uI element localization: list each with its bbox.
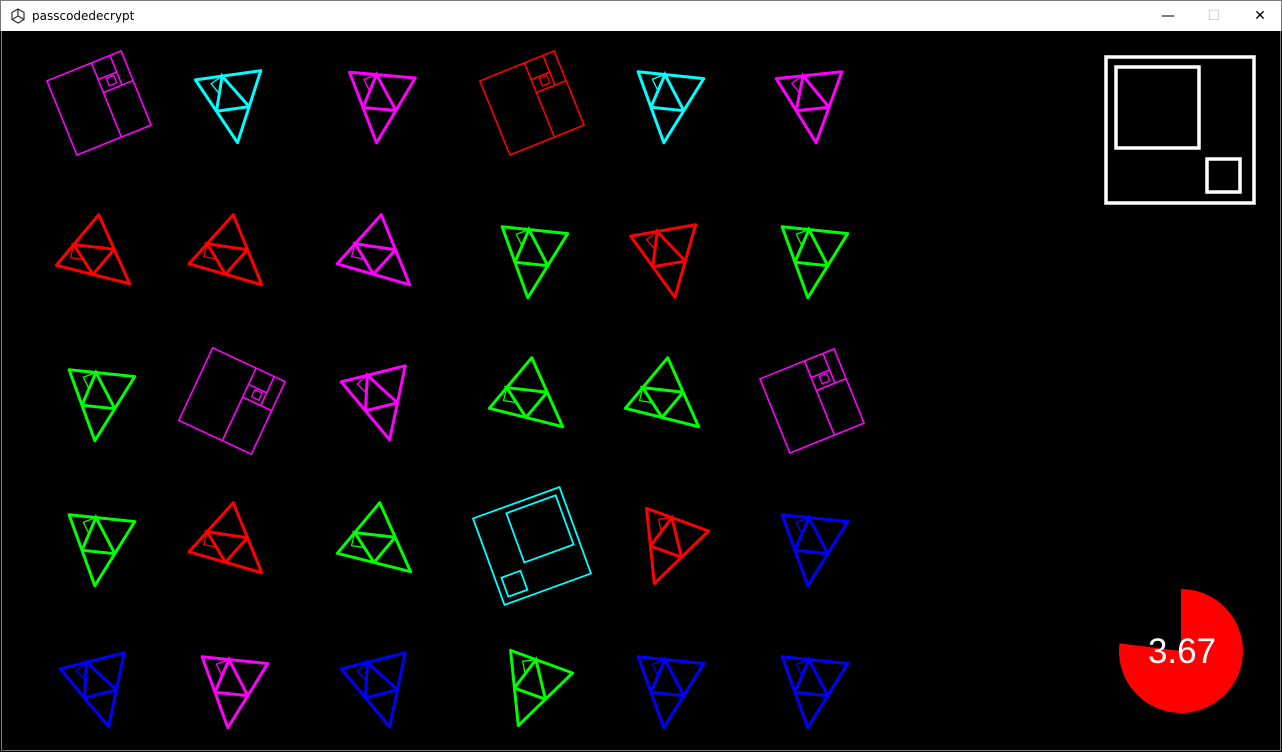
tile-triangle-blue[interactable] bbox=[631, 655, 706, 732]
unity-app-icon bbox=[11, 8, 25, 24]
tile-triangle-magenta[interactable] bbox=[774, 70, 849, 147]
tile-triangle-red[interactable] bbox=[187, 213, 284, 310]
tile-triangle-cyan[interactable] bbox=[631, 70, 706, 147]
preview-large-square bbox=[1114, 65, 1201, 150]
tile-triangle-blue[interactable] bbox=[339, 651, 421, 735]
tile-triangle-green[interactable] bbox=[487, 648, 575, 736]
tile-triangle-cyan[interactable] bbox=[193, 69, 270, 148]
tile-triangle-blue[interactable] bbox=[775, 513, 850, 590]
tile-target-square-cyan[interactable] bbox=[471, 485, 593, 607]
tile-triangle-red[interactable] bbox=[629, 223, 708, 303]
tile-square-magenta[interactable] bbox=[177, 346, 287, 456]
tile-triangle-magenta[interactable] bbox=[344, 70, 417, 145]
window-title: passcodedecrypt bbox=[32, 9, 135, 23]
tile-square-magenta[interactable] bbox=[45, 49, 153, 157]
tile-triangle-green[interactable] bbox=[62, 513, 137, 590]
tile-triangle-red[interactable] bbox=[187, 501, 284, 598]
tile-triangle-green[interactable] bbox=[487, 356, 584, 452]
window-titlebar: passcodedecrypt — ☐ ✕ bbox=[0, 0, 1282, 31]
preview-frame bbox=[1104, 55, 1256, 205]
tile-triangle-blue[interactable] bbox=[775, 655, 850, 732]
tile-square-red[interactable] bbox=[478, 49, 586, 157]
minimize-button[interactable]: — bbox=[1145, 1, 1191, 31]
tile-triangle-green[interactable] bbox=[62, 368, 137, 445]
tile-triangle-blue[interactable] bbox=[58, 651, 140, 735]
tile-triangle-green[interactable] bbox=[335, 501, 432, 597]
tile-triangle-magenta[interactable] bbox=[339, 364, 421, 448]
maximize-button[interactable]: ☐ bbox=[1191, 1, 1237, 31]
maximize-icon: ☐ bbox=[1207, 8, 1221, 24]
tile-triangle-red[interactable] bbox=[623, 506, 711, 594]
tile-triangle-magenta[interactable] bbox=[195, 655, 270, 732]
tile-triangle-green[interactable] bbox=[623, 356, 720, 452]
tile-triangle-red[interactable] bbox=[54, 213, 151, 309]
tile-triangle-green[interactable] bbox=[495, 225, 570, 302]
game-board bbox=[45, 49, 1256, 736]
timer-value: 3.67 bbox=[1147, 632, 1217, 671]
tile-square-magenta[interactable] bbox=[758, 347, 866, 455]
tile-triangle-green[interactable] bbox=[775, 225, 850, 302]
target-preview bbox=[1104, 55, 1256, 205]
close-button[interactable]: ✕ bbox=[1237, 1, 1282, 31]
minimize-icon: — bbox=[1161, 8, 1175, 24]
tile-triangle-magenta[interactable] bbox=[335, 213, 432, 310]
close-icon: ✕ bbox=[1254, 8, 1266, 24]
preview-small-square bbox=[1205, 157, 1242, 194]
shape-grid bbox=[45, 49, 866, 736]
